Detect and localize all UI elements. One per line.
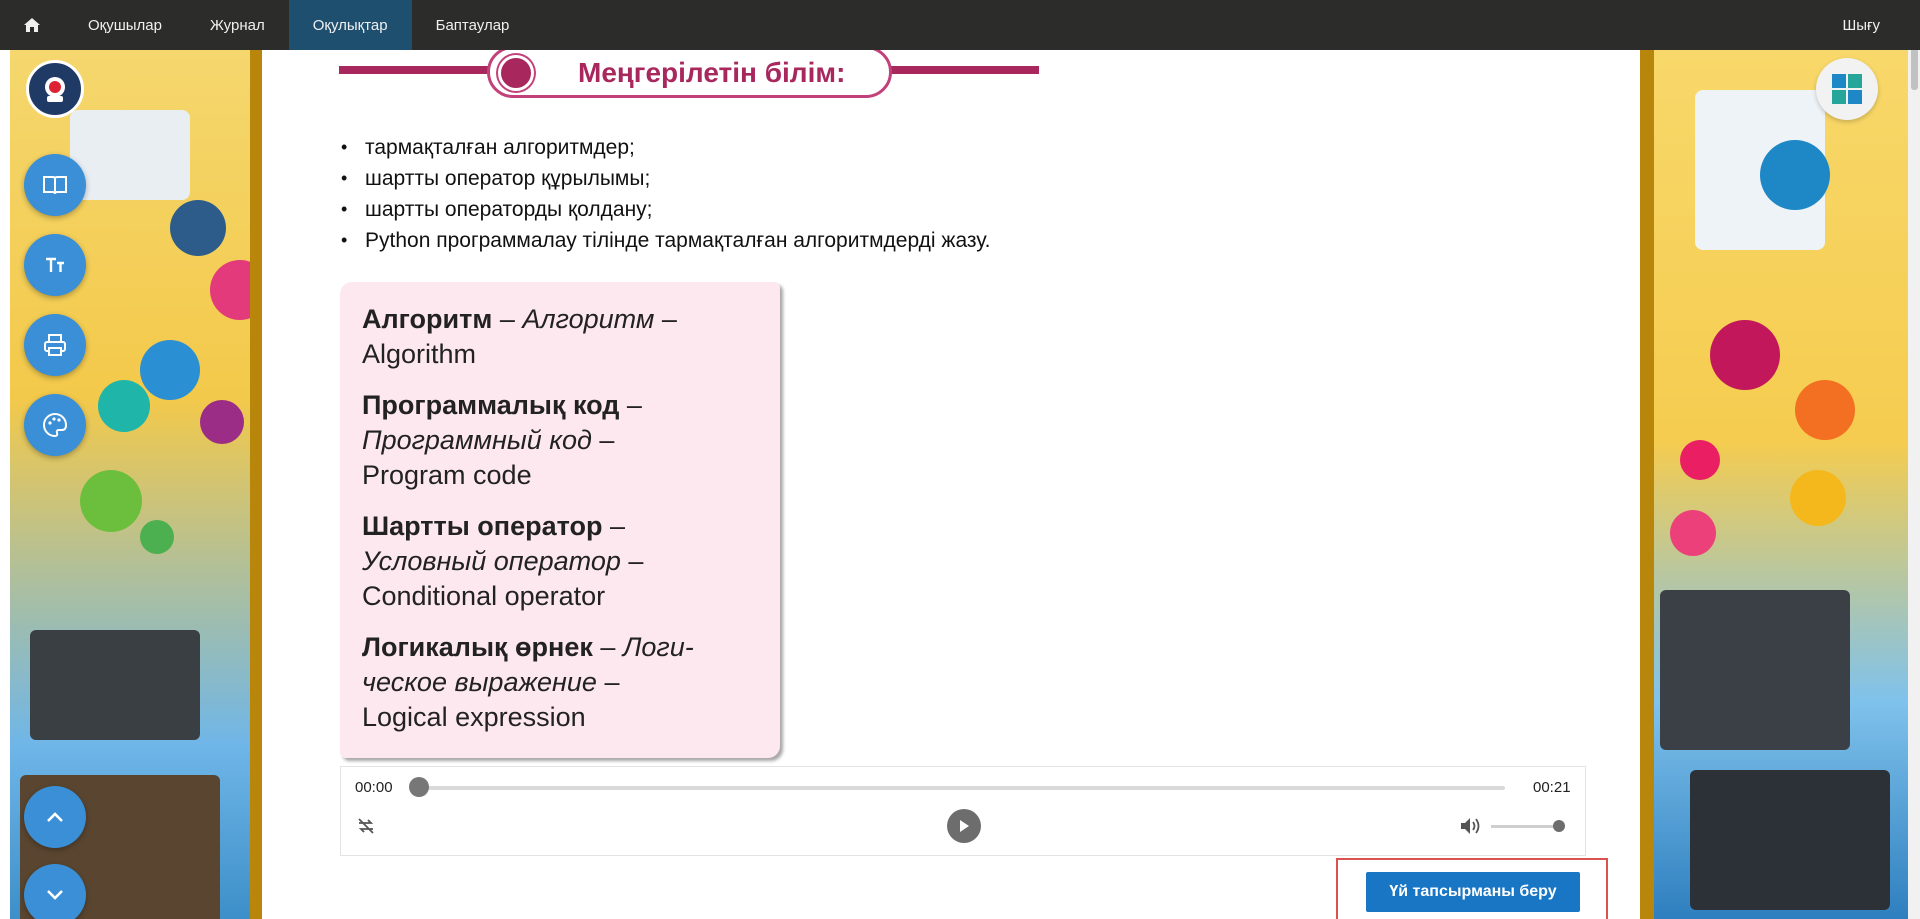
- list-item: • шартты операторды қолдану;: [341, 194, 991, 225]
- duration-time: 00:21: [1533, 779, 1571, 796]
- bullet: •: [341, 230, 348, 250]
- decor-chat: [140, 520, 174, 554]
- decor-screens: [1660, 590, 1850, 750]
- nav-item-settings[interactable]: Баптаулар: [412, 0, 534, 50]
- objectives-list: • тармақталған алгоритмдер; • шартты опера…: [341, 132, 991, 256]
- list-item: • шартты оператор құрылымы;: [341, 163, 991, 194]
- assign-homework-button[interactable]: Үй тапсырманы беру: [1366, 872, 1580, 912]
- list-item: • Python программалау тілінде тармақталға…: [341, 225, 991, 256]
- scrollbar-track[interactable]: [1908, 0, 1920, 919]
- lesson-content: Меңгерілетін білім: • тармақталған алгори…: [262, 50, 1640, 919]
- volume-handle[interactable]: [1553, 820, 1565, 832]
- decor-magnifier: [1760, 140, 1830, 210]
- section-heading: Меңгерілетін білім:: [487, 50, 892, 98]
- progress-track[interactable]: [419, 786, 1505, 790]
- nav-item-journal[interactable]: Журнал: [186, 0, 289, 50]
- print-button[interactable]: [24, 314, 86, 376]
- left-edge: [0, 50, 10, 919]
- decor-desktop: [1690, 770, 1890, 910]
- current-time: 00:00: [355, 779, 393, 796]
- book-icon: [43, 176, 67, 195]
- font-size-button[interactable]: [24, 234, 86, 296]
- decor-search: [1680, 440, 1720, 480]
- scroll-down-button[interactable]: [24, 864, 86, 919]
- audio-player: 00:00 00:21: [340, 766, 1586, 856]
- book-button[interactable]: [24, 154, 86, 216]
- decor-pin: [200, 400, 244, 444]
- chevron-down-icon: [47, 890, 63, 900]
- volume-icon[interactable]: [1459, 815, 1483, 837]
- right-decoration: [1650, 50, 1908, 919]
- heading-dot: [498, 55, 534, 91]
- repeat-icon[interactable]: [355, 815, 377, 837]
- home-button[interactable]: [0, 0, 64, 50]
- windows-icon: [1832, 74, 1862, 104]
- windows-button[interactable]: [1816, 58, 1878, 120]
- logout-link[interactable]: Шығу: [1819, 0, 1920, 50]
- list-item: • тармақталған алгоритмдер;: [341, 132, 991, 163]
- decor-mail: [80, 470, 142, 532]
- theme-button[interactable]: [24, 394, 86, 456]
- nav-item-textbooks[interactable]: Оқулықтар: [288, 0, 412, 50]
- decor-laptop: [70, 110, 190, 200]
- right-frame: [1640, 50, 1654, 919]
- chevron-up-icon: [47, 812, 63, 822]
- volume-slider[interactable]: [1491, 825, 1561, 828]
- progress-handle[interactable]: [409, 777, 429, 797]
- palette-icon: [43, 412, 68, 438]
- play-button[interactable]: [947, 809, 981, 843]
- decor-circle-pink: [210, 260, 250, 320]
- glossary-card: Алгоритм – Алгоритм – Algorithm Программа…: [340, 282, 780, 758]
- font-size-icon: [46, 257, 64, 272]
- nav-item-students[interactable]: Оқушылар: [64, 0, 186, 50]
- print-icon: [44, 334, 66, 356]
- astronaut-icon: [45, 77, 65, 102]
- bullet: •: [341, 168, 348, 188]
- glossary-entry: Логикалық өрнек – Логи-ческое выражение …: [362, 632, 694, 732]
- decor-users: [140, 340, 200, 400]
- scroll-up-button[interactable]: [24, 786, 86, 848]
- home-icon: [24, 18, 40, 32]
- avatar[interactable]: [26, 60, 84, 118]
- glossary-entry: Программалық код – Программный код – Progr…: [362, 390, 642, 490]
- decor-lock: [98, 380, 150, 432]
- glossary-entry: Шартты оператор – Условный оператор – Cond…: [362, 511, 644, 611]
- decor-bag: [1670, 510, 1716, 556]
- decor-monitor: [30, 630, 200, 740]
- decor-cloud: [1790, 470, 1846, 526]
- section-heading-text: Меңгерілетін білім:: [578, 57, 846, 88]
- decor-rss: [1795, 380, 1855, 440]
- glossary-entry: Алгоритм – Алгоритм – Algorithm: [362, 304, 677, 369]
- left-frame: [250, 50, 262, 919]
- bullet: •: [341, 137, 348, 157]
- play-icon: [960, 820, 969, 832]
- decor-globe: [170, 200, 226, 256]
- bullet: •: [341, 199, 348, 219]
- decor-laptop-pink: [1710, 320, 1780, 390]
- top-navbar: Оқушылар Журнал Оқулықтар Баптаулар Шығу: [0, 0, 1920, 50]
